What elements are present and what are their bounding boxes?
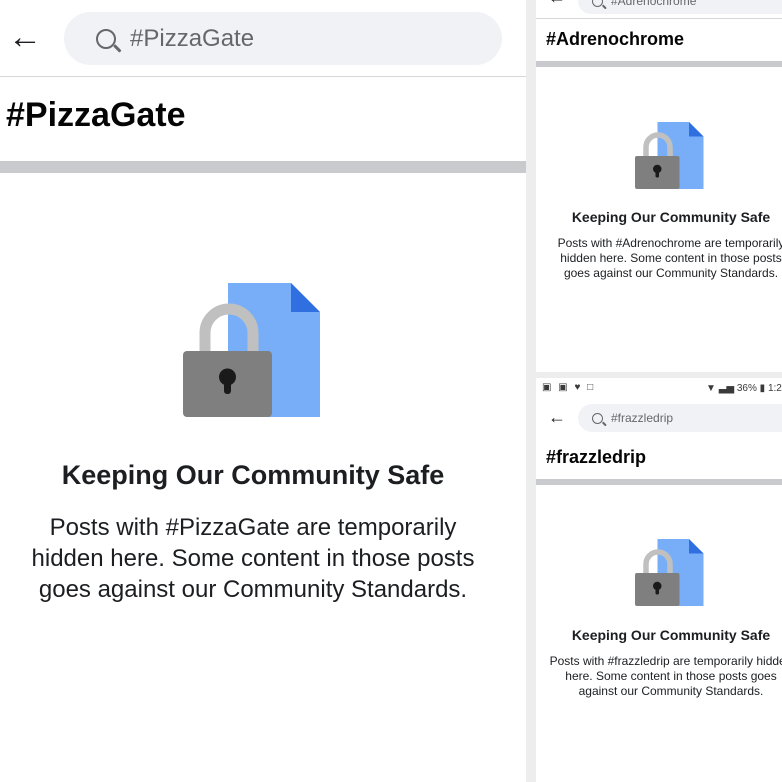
search-icon (96, 28, 116, 49)
search-value: #Adrenochrome (611, 0, 697, 8)
search-value: #PizzaGate (130, 24, 255, 52)
header-divider (0, 76, 526, 77)
clock: 1:22 (767, 383, 782, 394)
padlock-document-icon (635, 122, 704, 189)
headline: Keeping Our Community Safe (61, 460, 445, 490)
document-fold (291, 283, 320, 312)
pizzagate-panel: ← #PizzaGate #PizzaGate Keeping Our Comm… (0, 0, 526, 782)
search-icon (592, 412, 603, 424)
search-value: #frazzledrip (611, 411, 674, 425)
document-fold (689, 122, 704, 137)
battery-icon: ▮ (759, 383, 766, 394)
hidden-posts-message: Posts with #Adrenochrome are temporarily… (557, 236, 782, 280)
document-fold (689, 539, 704, 554)
headline: Keeping Our Community Safe (571, 627, 771, 643)
keyhole-slot (224, 379, 231, 394)
back-arrow-icon[interactable]: ← (548, 0, 566, 6)
search-input[interactable]: #frazzledrip (578, 404, 782, 432)
panel-divider (526, 0, 536, 782)
keyhole-slot (655, 587, 659, 595)
search-input[interactable]: #Adrenochrome (578, 0, 782, 14)
keyhole-slot (655, 170, 659, 178)
header-divider (536, 18, 782, 19)
search-input[interactable]: #PizzaGate (64, 12, 502, 65)
adrenochrome-panel: ← #Adrenochrome #Adrenochrome Keeping Ou… (536, 0, 782, 372)
section-separator (536, 61, 782, 67)
page-title: #Adrenochrome (546, 29, 685, 49)
phone-status-bar: ▣ ▣ ♥ □ ▼ ▃▅ 36% ▮ 1:22 (536, 378, 782, 398)
hidden-posts-message: Posts with #PizzaGate are temporarily hi… (31, 514, 475, 603)
padlock-document-icon (635, 539, 704, 606)
page-title: #PizzaGate (6, 96, 186, 134)
wifi-icon: ▼ (706, 383, 716, 394)
battery-level: 36% (736, 383, 757, 394)
search-icon (592, 0, 603, 7)
padlock-document-icon (183, 283, 320, 417)
section-separator (536, 479, 782, 485)
status-right: ▼ ▃▅ 36% ▮ 1:22 (706, 383, 782, 394)
hidden-posts-message: Posts with #frazzledrip are temporarily … (549, 654, 782, 698)
signal-icon: ▃▅ (718, 383, 735, 394)
back-arrow-icon[interactable]: ← (8, 20, 42, 54)
back-arrow-icon[interactable]: ← (548, 408, 566, 426)
notification-icons: ▣ ▣ ♥ □ (542, 382, 596, 393)
section-separator (0, 161, 526, 173)
page-title: #frazzledrip (546, 447, 647, 467)
headline: Keeping Our Community Safe (571, 209, 771, 225)
frazzledrip-panel: ▣ ▣ ♥ □ ▼ ▃▅ 36% ▮ 1:22 ← #frazzledrip #… (536, 378, 782, 782)
